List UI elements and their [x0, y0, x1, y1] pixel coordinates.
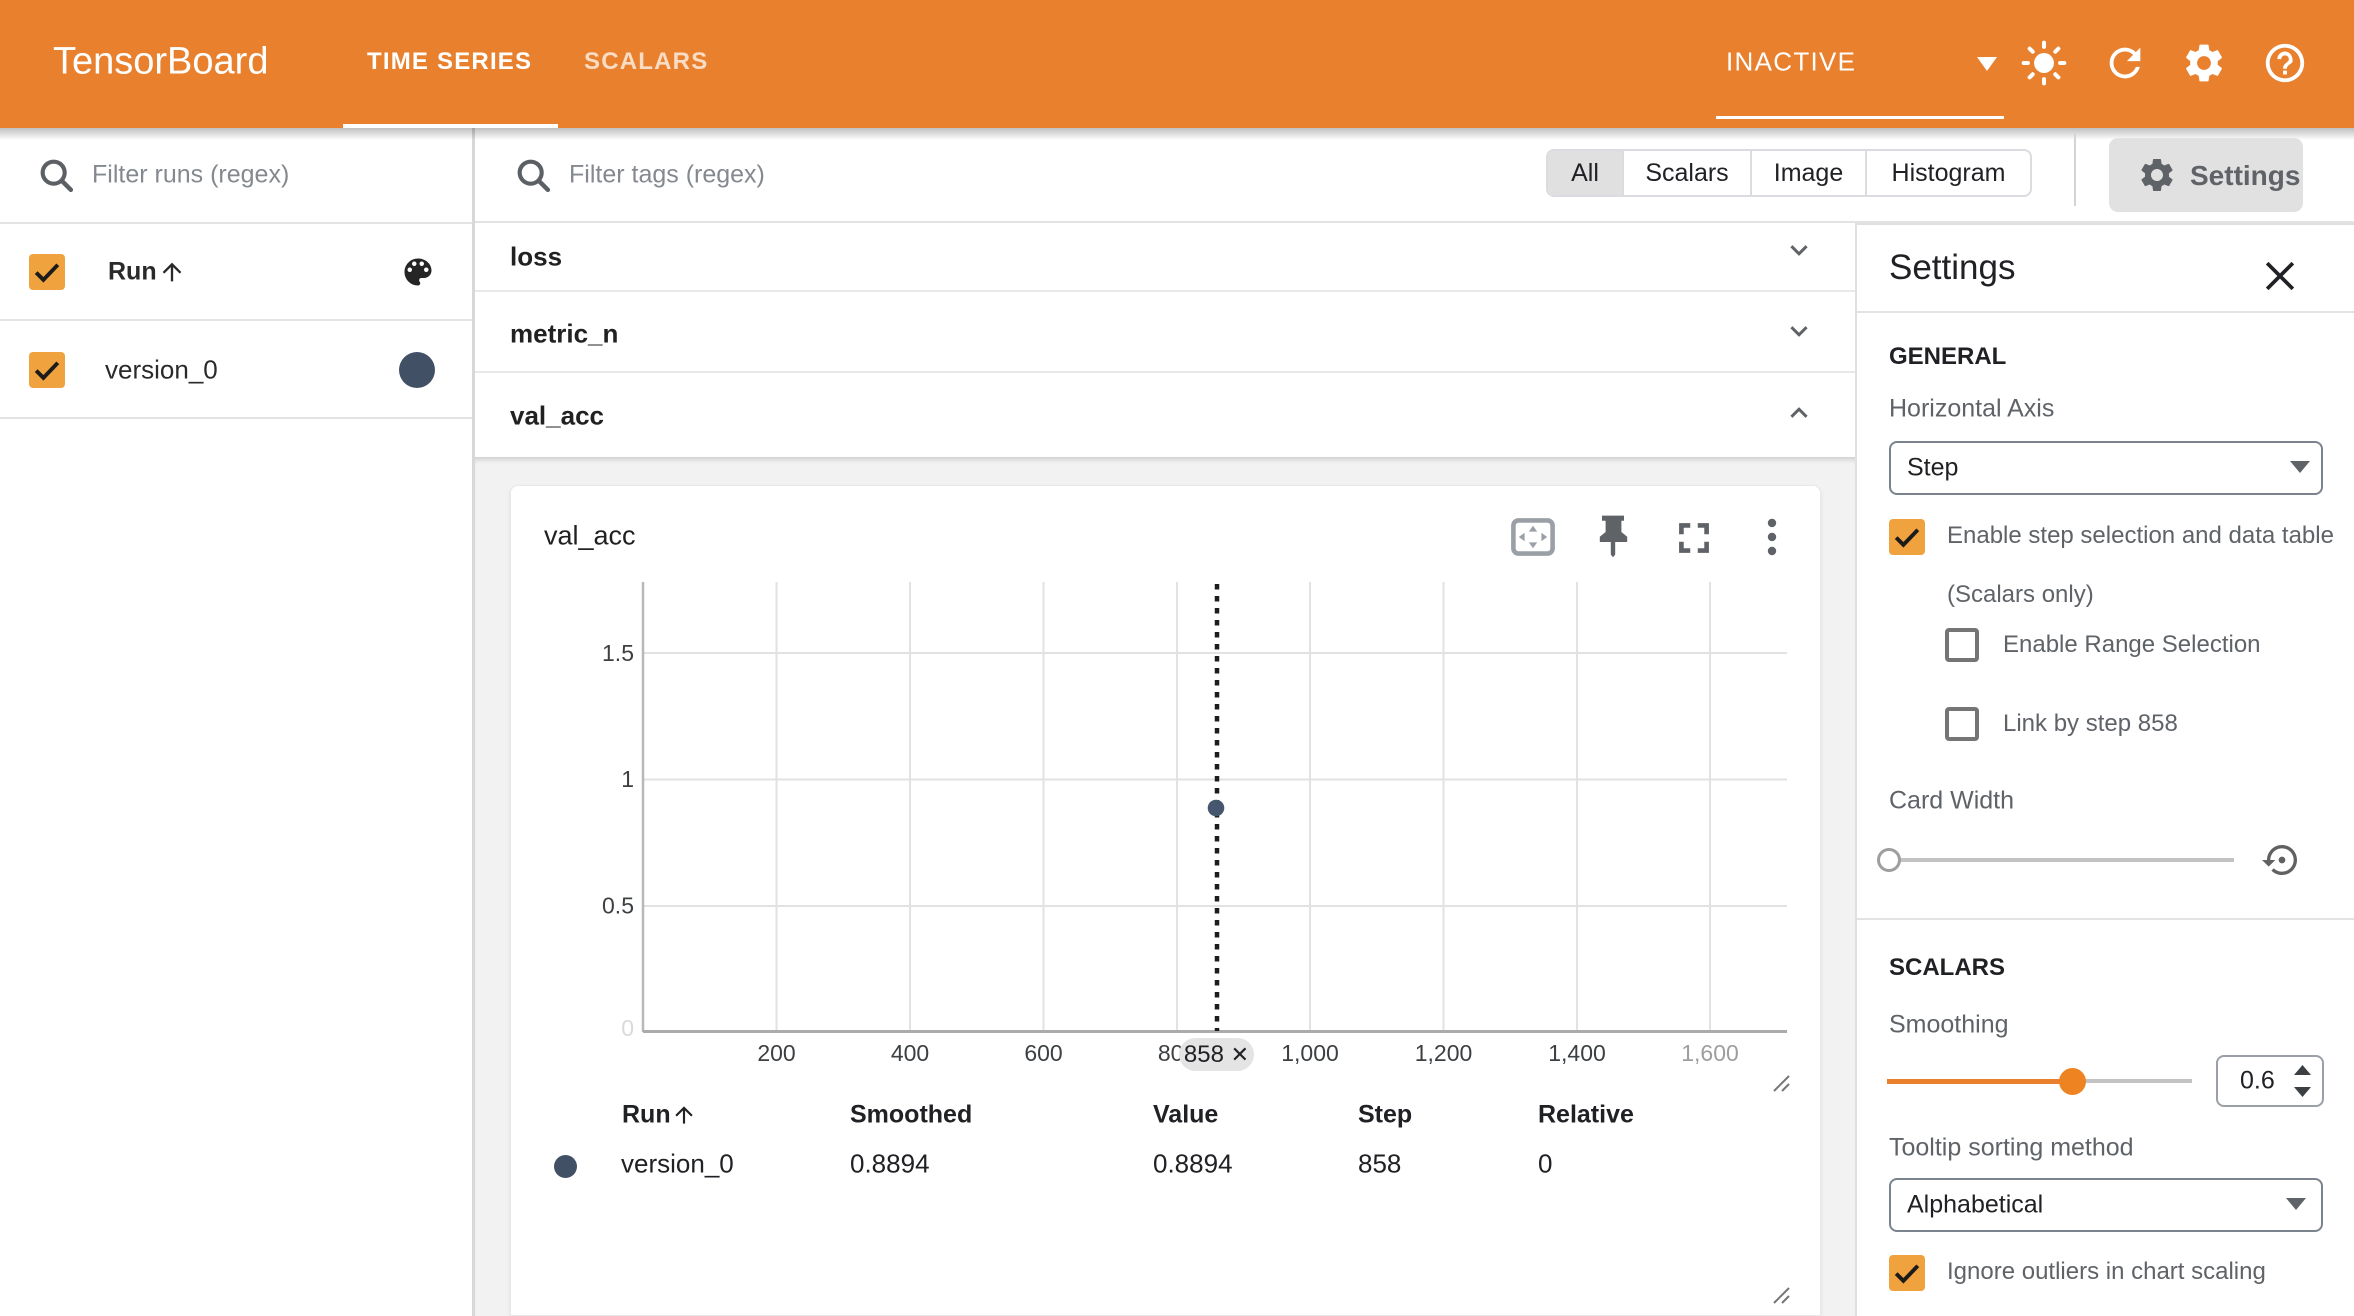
svg-text:1.5: 1.5	[602, 640, 634, 666]
svg-text:1,600: 1,600	[1681, 1040, 1739, 1066]
svg-text:0.5: 0.5	[602, 893, 634, 919]
svg-text:1,000: 1,000	[1281, 1040, 1339, 1066]
svg-text:1,200: 1,200	[1415, 1040, 1473, 1066]
svg-text:600: 600	[1024, 1040, 1062, 1066]
svg-text:1: 1	[621, 766, 634, 792]
svg-text:0: 0	[621, 1015, 634, 1041]
svg-text:1,400: 1,400	[1548, 1040, 1606, 1066]
svg-text:200: 200	[757, 1040, 795, 1066]
svg-text:400: 400	[891, 1040, 929, 1066]
